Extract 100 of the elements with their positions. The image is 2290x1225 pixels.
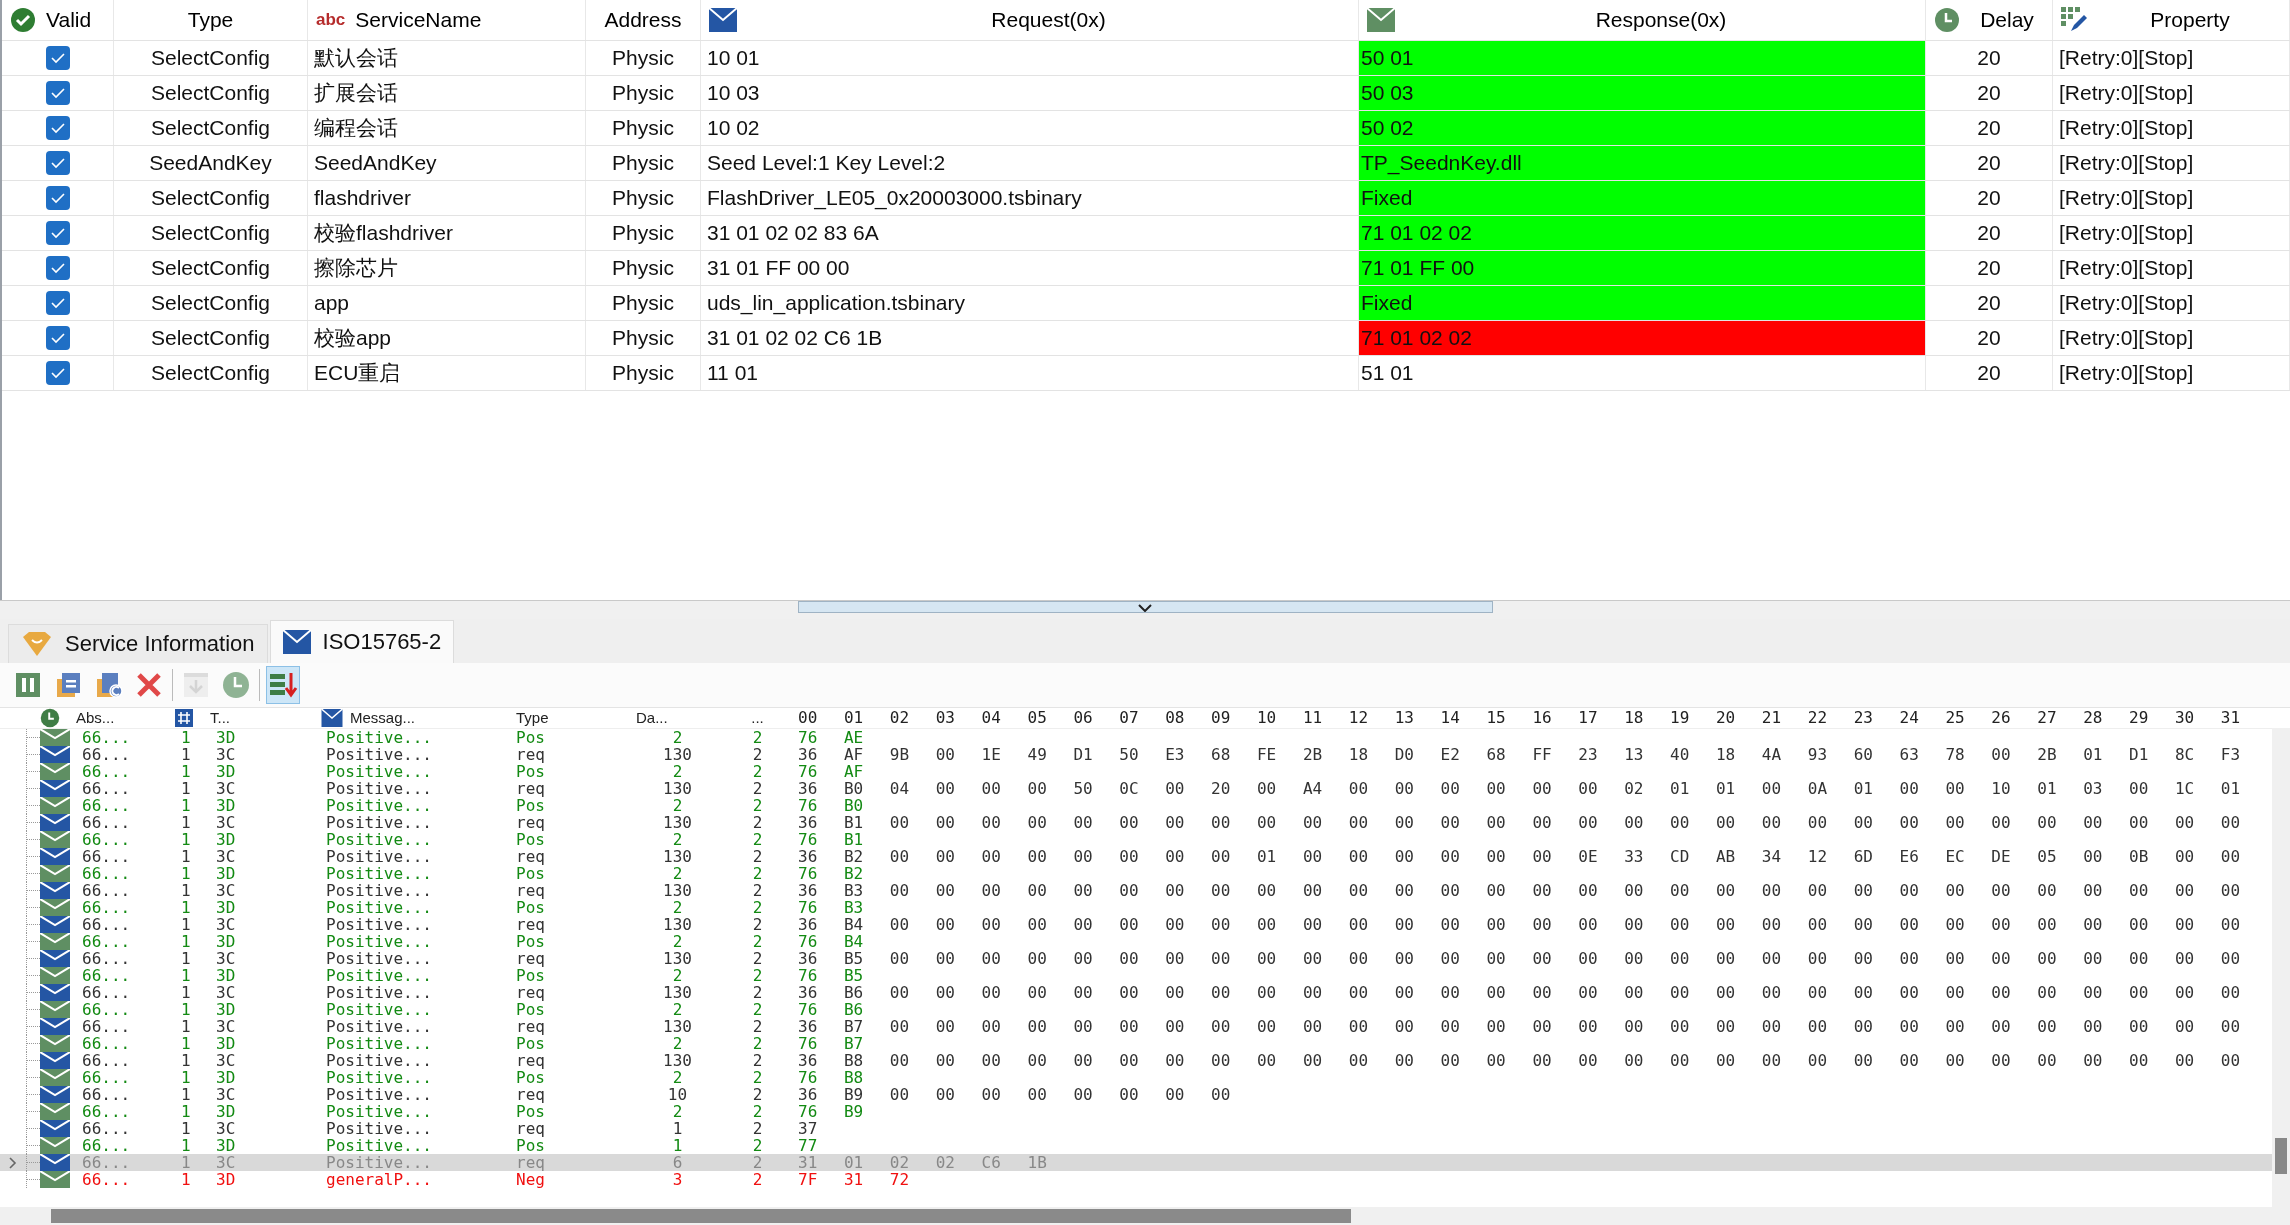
table-cell-text: Positive... [325,950,433,967]
table-cell-text: 36 B8 00 00 00 00 00 00 00 00 00 00 00 00 00 00 00 00 00 00 00 00 00 00 00 00 00 00 00 00 00 00 [797,1052,2242,1069]
checkbox[interactable] [45,186,70,210]
scrollbar-thumb[interactable] [2275,1138,2287,1174]
table-cell-text: 66... [81,967,132,984]
envelope-icon [40,1052,70,1069]
table-cell-text: 2 [751,780,764,797]
table-cell-text: 130 [662,1052,693,1069]
toolbar-button[interactable] [266,666,300,704]
column-header[interactable]: Delay [1926,0,2053,40]
envelope-icon [40,780,70,797]
tab[interactable]: Service Information [8,624,268,663]
column-header[interactable]: Address [586,0,701,40]
table-cell: 10 01 [707,46,760,70]
column-header[interactable]: Request(0x) [701,0,1359,40]
column-header[interactable]: Property [2053,0,2290,40]
table-cell-text: 1 [180,1154,192,1171]
table-cell-text: 36 B4 00 00 00 00 00 00 00 00 00 00 00 00 00 00 00 00 00 00 00 00 00 00 00 00 00 00 00 00 00 00 [797,916,2242,933]
table-cell-text: Positive... [325,984,433,1001]
column-header[interactable]: Valid [2,0,114,40]
envelope-icon [40,814,70,831]
table-cell: 71 01 02 02 [1359,321,1925,355]
column-header[interactable]: abc ServiceName [308,0,586,40]
checkbox[interactable] [45,256,70,280]
table-cell-text: 2 [671,1069,684,1086]
table-cell-text: 3D [215,899,237,916]
envelope-icon [282,630,311,654]
table-cell-text: req [515,746,546,763]
table-cell-text: 66... [81,746,132,763]
table-cell-text: 66... [81,899,132,916]
column-header[interactable]: T... [210,708,320,728]
table-cell-text: 36 B2 00 00 00 00 00 00 00 00 01 00 00 00 00 00 00 0E 33 CD AB 34 12 6D E6 EC DE 05 00 0B 00 00 [797,848,2242,865]
checkbox[interactable] [45,361,70,385]
table-cell: 20 [1977,81,2001,105]
scrollbar-thumb[interactable] [51,1209,1351,1223]
table-cell-text: 2 [751,797,764,814]
column-header[interactable]: Da... [630,708,725,728]
table-cell-text: 1 [180,1103,192,1120]
table-cell-text: 36 B6 00 00 00 00 00 00 00 00 00 00 00 00 00 00 00 00 00 00 00 00 00 00 00 00 00 00 00 00 00 00 [797,984,2242,1001]
table-cell-text: 66... [81,1171,132,1188]
table-cell: Physic [612,46,674,70]
table-cell-text: req [515,1120,546,1137]
checkbox[interactable] [45,81,70,105]
table-cell: [Retry:0][Stop] [2059,46,2194,70]
column-header[interactable]: ... [725,708,790,728]
table-cell: [Retry:0][Stop] [2059,81,2194,105]
table-cell-text: Positive... [325,967,433,984]
table-cell-text: 36 B3 00 00 00 00 00 00 00 00 00 00 00 00 00 00 00 00 00 00 00 00 00 00 00 00 00 00 00 00 00 00 [797,882,2242,899]
checkbox[interactable] [45,291,70,315]
table-cell-text: 76 B5 [797,967,865,984]
table-cell-text: 1 [671,1137,684,1154]
table-cell-text: 2 [751,865,764,882]
table-cell-text: 1 [180,1052,192,1069]
splitter-handle[interactable] [797,601,1493,613]
table-cell-text: 66... [81,814,132,831]
table-cell-text: 66... [81,780,132,797]
checkbox[interactable] [45,326,70,350]
table-cell-text: 2 [751,1001,764,1018]
column-header[interactable]: Messag... [350,708,416,728]
table-cell-text: Pos [515,1103,546,1120]
column-header[interactable]: Type [510,708,630,728]
checkbox[interactable] [45,116,70,140]
table-cell-text: 36 B1 00 00 00 00 00 00 00 00 00 00 00 00 00 00 00 00 00 00 00 00 00 00 00 00 00 00 00 00 00 00 [797,814,2242,831]
table-cell-text: 66... [81,1035,132,1052]
table-cell-text: 2 [671,933,684,950]
checkbox[interactable] [45,151,70,175]
checkbox[interactable] [45,46,70,70]
table-cell-text: 1 [180,865,192,882]
envelope-icon [1367,8,1395,32]
table-cell-text: 1 [180,729,192,746]
check-circle-icon [10,7,36,33]
table-cell-text: 3 [671,1171,684,1188]
envelope-icon [40,950,70,967]
table-cell-text: 擦除芯片 [314,255,398,281]
table-cell-text: Positive... [325,1137,433,1154]
table-cell: 20 [1977,151,2001,175]
table-cell-text: Positive... [325,1035,433,1052]
envelope-icon [40,848,70,865]
column-header[interactable]: Abs... [76,708,175,728]
table-cell-text: 默认会话 [314,45,398,71]
column-header[interactable]: 00 01 02 03 04 05 06 07 08 09 10 11 12 13 14 15 16 17 18 19 20 21 22 23 24 25 26 27 28 29 30 31 [790,708,2290,728]
envelope-icon [40,882,70,899]
table-cell-text: 130 [662,984,693,1001]
table-cell-text: 1 [180,848,192,865]
table-cell-text: 66... [81,1120,132,1137]
tab[interactable]: ISO15765-2 [269,620,455,663]
column-header[interactable]: Type [114,0,308,40]
checkbox[interactable] [45,221,70,245]
table-cell-text: 1 [180,933,192,950]
table-cell-text: Positive... [325,916,433,933]
table-cell-text: 1 [180,1086,192,1103]
column-header[interactable]: Response(0x) [1359,0,1926,40]
table-cell: [Retry:0][Stop] [2059,151,2194,175]
table-cell-text: 130 [662,950,693,967]
table-cell: flashdriver [314,186,411,210]
envelope-icon [40,1086,70,1103]
table-cell-text: 66... [81,933,132,950]
table-cell-text: 1 [180,1069,192,1086]
table-cell-text: 66... [81,1069,132,1086]
table-cell: uds_lin_application.tsbinary [707,291,965,315]
